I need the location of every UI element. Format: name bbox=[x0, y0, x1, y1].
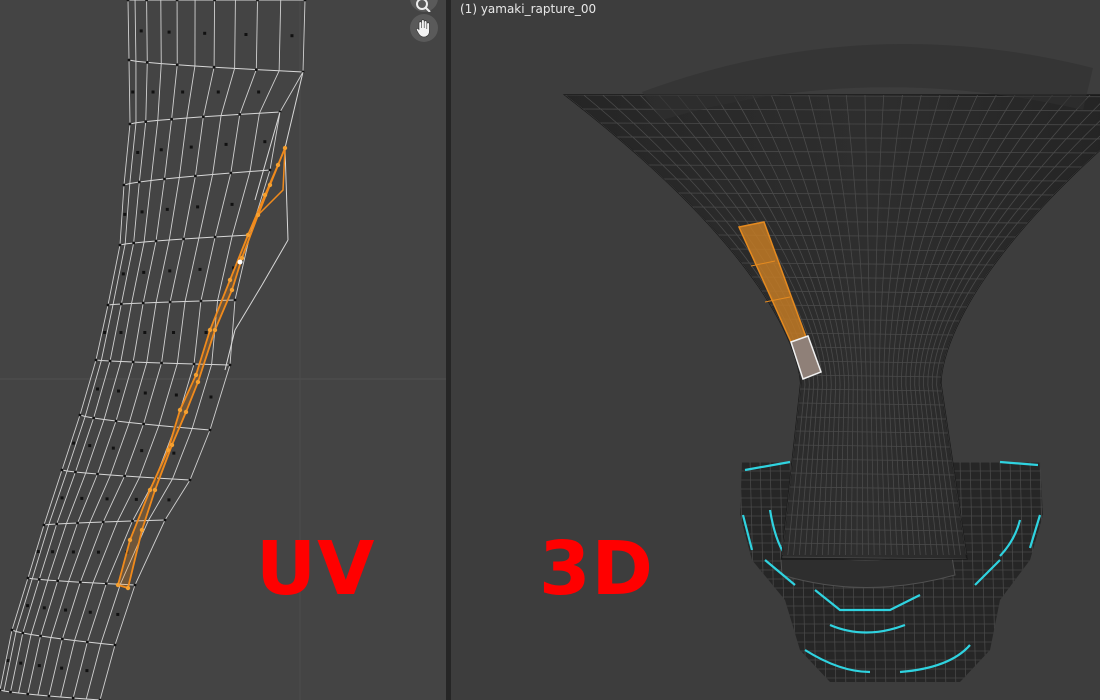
pan-button[interactable] bbox=[410, 14, 438, 42]
uv-editor[interactable]: UV bbox=[0, 0, 446, 700]
hand-pan-icon bbox=[416, 19, 430, 38]
3d-viewport[interactable]: (1) yamaki_rapture_00 3D bbox=[451, 0, 1100, 700]
zoom-icon bbox=[416, 0, 431, 12]
zoom-button[interactable] bbox=[410, 0, 438, 12]
uv-mesh-canvas[interactable] bbox=[0, 0, 446, 700]
object-name-label: (1) yamaki_rapture_00 bbox=[460, 2, 597, 16]
3d-caption: 3D bbox=[539, 526, 654, 612]
uv-caption: UV bbox=[256, 526, 376, 612]
